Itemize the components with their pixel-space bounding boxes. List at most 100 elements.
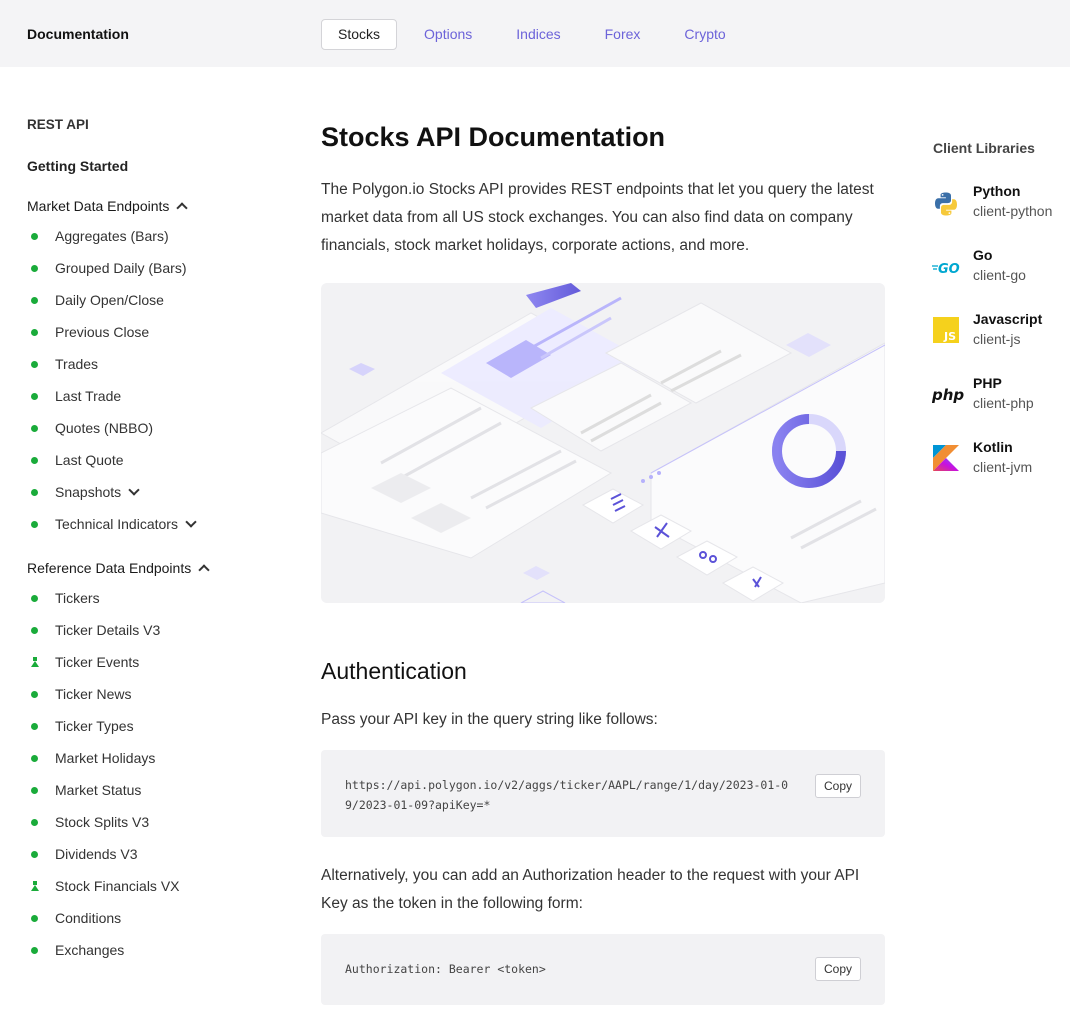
status-dot-icon [31,392,38,400]
sidebar-item-market-status[interactable]: Market Status [27,780,141,800]
sidebar-item-tickers[interactable]: Tickers [27,588,100,608]
sidebar-item-snapshots[interactable]: Snapshots [27,482,140,502]
sidebar-item-ticker-types[interactable]: Ticker Types [27,716,134,736]
code-snippet[interactable]: Authorization: Bearer <token> [345,959,546,979]
library-python[interactable]: Python client-python [933,183,1070,223]
tab-indices[interactable]: Indices [499,19,577,50]
status-dot-icon [31,850,38,858]
sidebar-rest-api-heading[interactable]: REST API [27,117,89,132]
sidebar-item-label: Ticker News [55,686,132,702]
sidebar-item-label: Stock Splits V3 [55,814,150,830]
chevron-up-icon[interactable] [198,564,210,576]
status-dot-icon [31,232,38,240]
sidebar-getting-started[interactable]: Getting Started [27,158,128,174]
copy-button[interactable]: Copy [814,774,861,798]
sidebar-item-daily-open-close[interactable]: Daily Open/Close [27,290,164,310]
sidebar-item-ticker-details-v3[interactable]: Ticker Details V3 [27,620,160,640]
chevron-down-icon[interactable] [128,483,140,496]
sidebar-item-label: Technical Indicators [55,516,178,532]
status-dot-icon [31,594,38,602]
kotlin-icon [933,445,959,471]
status-dot-icon [31,520,38,528]
status-dot-icon [31,488,38,496]
sidebar-item-label: Aggregates (Bars) [55,228,169,244]
library-kotlin[interactable]: Kotlin client-jvm [933,439,1070,479]
sidebar-item-exchanges[interactable]: Exchanges [27,940,124,960]
status-dot-icon [31,722,38,730]
sidebar-item-dividends-v3[interactable]: Dividends V3 [27,844,138,864]
code-block-query-string: https://api.polygon.io/v2/aggs/ticker/AA… [321,750,885,837]
status-dot-icon [31,818,38,826]
status-dot-icon [31,456,38,464]
status-dot-icon [31,360,38,368]
library-go[interactable]: GO Go client-go [932,247,1070,287]
status-dot-icon [31,424,38,432]
library-repo: client-js [973,331,1021,347]
sidebar-item-trades[interactable]: Trades [27,354,98,374]
sidebar-item-ticker-news[interactable]: Ticker News [27,684,132,704]
chevron-down-icon[interactable] [185,515,197,528]
sidebar-item-label: Ticker Types [55,718,134,734]
php-icon: php [932,386,964,404]
sidebar-item-grouped-daily-bars[interactable]: Grouped Daily (Bars) [27,258,187,278]
sidebar-item-ticker-events[interactable]: Ticker Events [27,652,139,672]
js-icon: JS [933,317,959,343]
documentation-brand[interactable]: Documentation [27,26,129,42]
beta-flask-icon [31,881,39,891]
status-dot-icon [31,754,38,762]
library-repo: client-go [973,267,1026,283]
library-php[interactable]: php PHP client-php [932,375,1070,415]
sidebar-item-last-quote[interactable]: Last Quote [27,450,124,470]
sidebar-item-stock-financials-vx[interactable]: Stock Financials VX [27,876,180,896]
library-name: Kotlin [973,439,1013,455]
sidebar-item-label: Conditions [55,910,122,926]
python-icon [935,192,957,216]
sidebar-item-label: Dividends V3 [55,846,138,862]
tab-stocks[interactable]: Stocks [321,19,398,50]
auth-description: Pass your API key in the query string li… [321,711,658,728]
status-dot-icon [31,914,38,922]
sidebar-item-label: Stock Financials VX [55,878,180,894]
sidebar-item-technical-indicators[interactable]: Technical Indicators [27,514,197,534]
sidebar-section-market-data[interactable]: Market Data Endpoints [27,198,189,214]
sidebar-item-aggregates-bars[interactable]: Aggregates (Bars) [27,226,169,246]
beta-flask-icon [31,657,39,667]
copy-button[interactable]: Copy [814,957,861,981]
page-title: Stocks API Documentation [321,122,666,152]
sidebar-item-quotes-nbbo[interactable]: Quotes (NBBO) [27,418,153,438]
sidebar-item-last-trade[interactable]: Last Trade [27,386,121,406]
authentication-heading: Authentication [321,658,467,684]
sidebar-item-market-holidays[interactable]: Market Holidays [27,748,155,768]
section-label: Reference Data Endpoints [27,560,192,576]
section-label: Market Data Endpoints [27,198,170,214]
top-nav-bar: Documentation Stocks Options Indices For… [0,0,1070,67]
sidebar-item-previous-close[interactable]: Previous Close [27,322,149,342]
library-javascript[interactable]: JS Javascript client-js [933,311,1070,351]
library-name: Javascript [973,311,1043,327]
client-libraries-title: Client Libraries [933,140,1035,156]
sidebar-item-label: Previous Close [55,324,150,340]
sidebar-item-label: Ticker Events [55,654,140,670]
hero-illustration [321,283,885,603]
svg-text:GO: GO [938,262,960,277]
sidebar-item-conditions[interactable]: Conditions [27,908,121,928]
asset-class-tabs: Stocks Options Indices Forex Crypto [321,19,753,50]
tab-options[interactable]: Options [407,19,489,50]
alt-auth-description: Alternatively, you can add an Authorizat… [321,867,860,912]
code-snippet[interactable]: https://api.polygon.io/v2/aggs/ticker/AA… [345,775,788,815]
sidebar-section-reference-data[interactable]: Reference Data Endpoints [27,560,210,576]
chevron-up-icon[interactable] [176,202,189,214]
tab-forex[interactable]: Forex [588,19,658,50]
go-icon: GO [932,262,960,277]
sidebar-item-label: Market Status [55,782,142,798]
sidebar-item-stock-splits-v3[interactable]: Stock Splits V3 [27,812,149,832]
svg-text:php: php [932,386,964,404]
library-repo: client-python [973,203,1053,219]
status-dot-icon [31,626,38,634]
code-block-auth-header: Authorization: Bearer <token> Copy [321,934,885,1005]
status-dot-icon [31,690,38,698]
svg-text:JS: JS [943,330,956,343]
library-name: Python [973,183,1021,199]
tab-crypto[interactable]: Crypto [667,19,742,50]
sidebar-item-label: Trades [55,356,99,372]
